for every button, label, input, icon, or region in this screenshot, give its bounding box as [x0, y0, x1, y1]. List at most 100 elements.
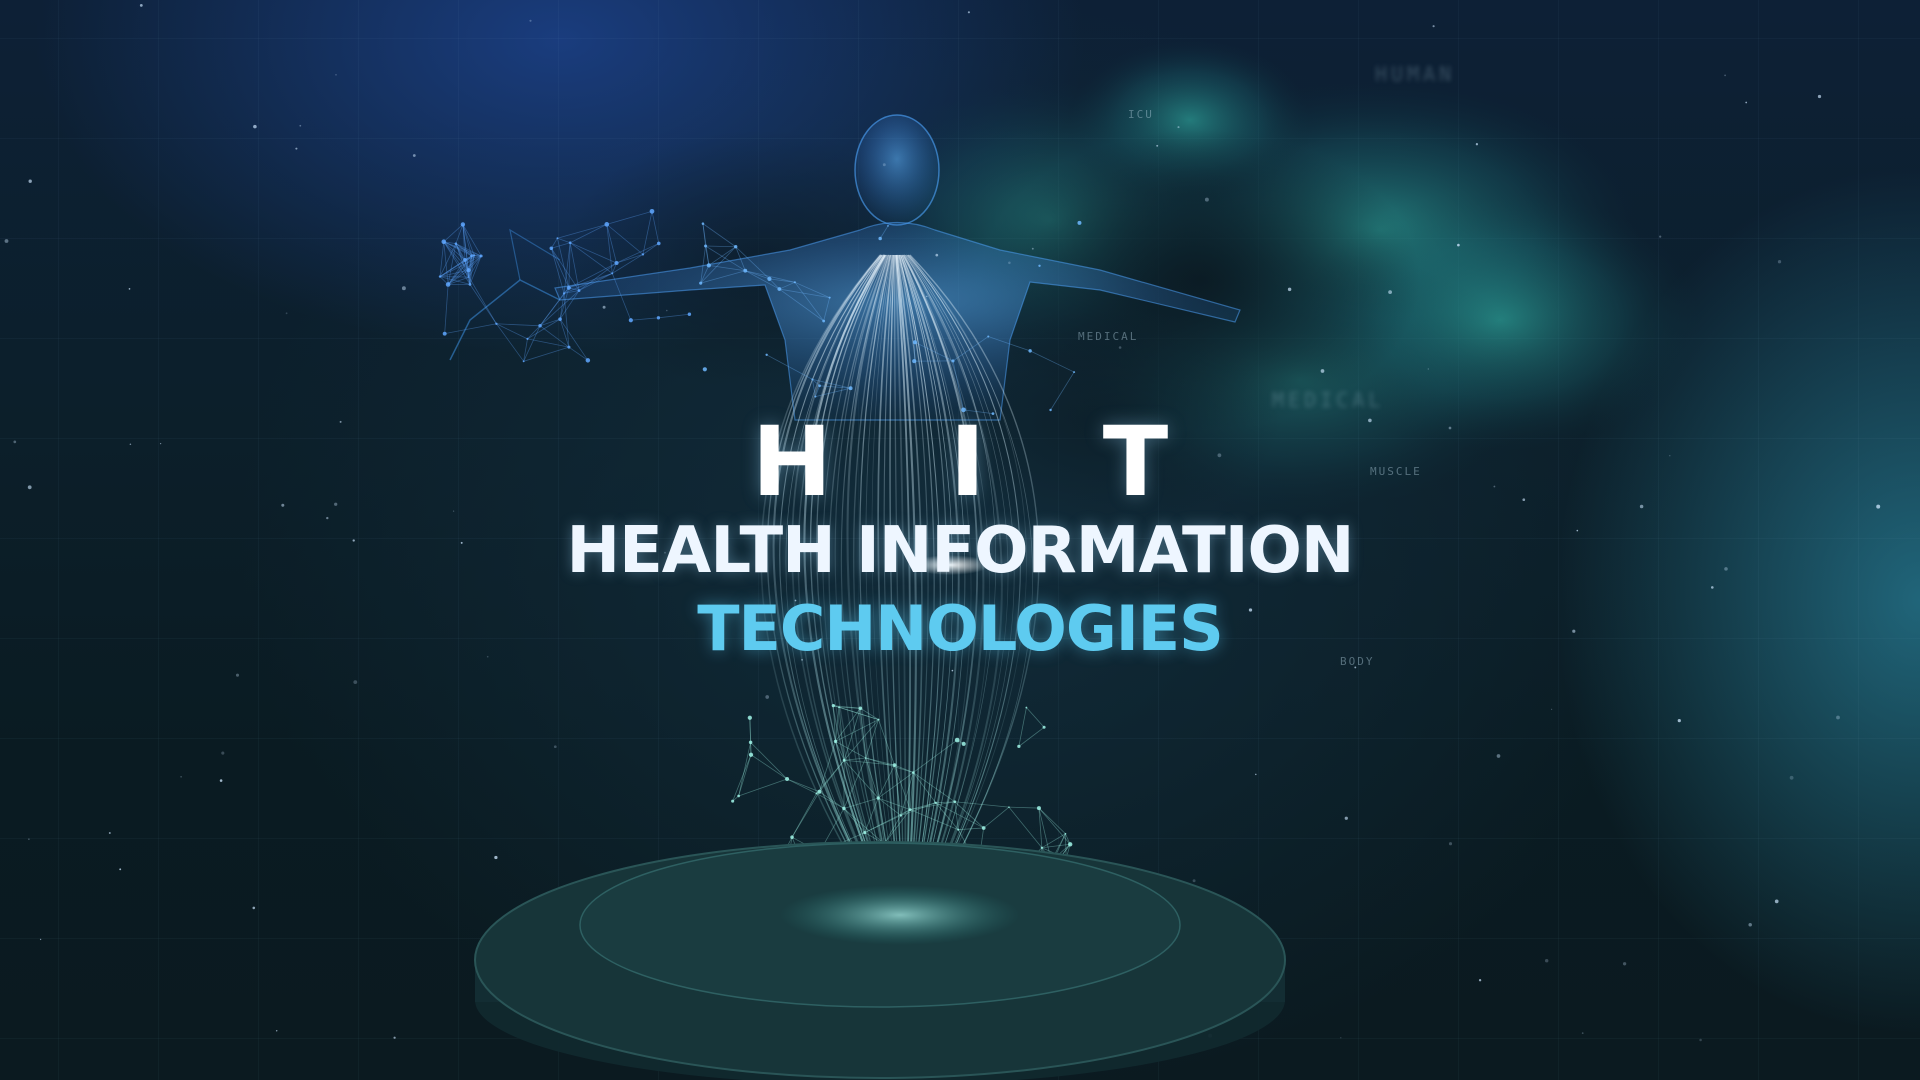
network-link — [469, 284, 497, 324]
star-particle — [801, 658, 804, 661]
network-node — [1064, 832, 1067, 835]
micro-label-muscle: MUSCLE — [1370, 465, 1422, 478]
star-particle — [1388, 290, 1392, 294]
star-particle — [1320, 369, 1325, 373]
star-particle — [353, 680, 358, 685]
star-particle — [882, 163, 886, 167]
network-link — [1008, 806, 1039, 809]
network-node — [1036, 806, 1041, 811]
star-particle — [460, 541, 463, 544]
star-particle — [128, 288, 131, 290]
star-particle — [352, 539, 355, 542]
network-link — [750, 754, 788, 780]
network-node — [468, 276, 470, 278]
star-particle — [285, 312, 288, 315]
star-particle — [1817, 94, 1822, 99]
network-node — [785, 777, 790, 782]
star-particle — [281, 503, 285, 507]
star-particle — [1724, 74, 1727, 77]
star-particle — [602, 305, 606, 309]
network-node — [908, 808, 912, 812]
network-node — [814, 395, 817, 398]
network-node — [987, 335, 990, 338]
network-node — [828, 296, 831, 299]
network-link — [1018, 707, 1027, 747]
network-node — [957, 828, 960, 831]
network-link — [523, 346, 570, 362]
network-node — [815, 792, 818, 795]
network-node — [699, 281, 703, 285]
micro-label-body: BODY — [1340, 655, 1375, 668]
network-node — [538, 324, 542, 328]
star-particle — [494, 855, 498, 860]
network-node — [734, 245, 738, 249]
star-particle — [1448, 842, 1453, 846]
network-node — [833, 739, 838, 744]
star-particle — [401, 286, 406, 291]
star-particle — [129, 443, 132, 445]
network-node — [961, 407, 966, 413]
network-node — [1017, 744, 1021, 749]
network-link — [835, 741, 866, 759]
network-node — [831, 703, 836, 708]
network-link — [444, 323, 497, 335]
network-node — [887, 225, 889, 227]
network-node — [793, 281, 796, 284]
star-particle — [335, 73, 337, 76]
network-node — [818, 384, 821, 388]
network-link — [444, 284, 449, 334]
network-node — [1040, 846, 1044, 849]
network-node — [706, 263, 712, 268]
micro-label-medical-small: MEDICAL — [1078, 330, 1139, 343]
hologram-scene: ICU HUMAN MEDICAL MEDICAL MUSCLE BODY H … — [0, 0, 1920, 1080]
network-link — [732, 754, 752, 802]
star-particle — [935, 253, 939, 257]
network-node — [777, 287, 782, 291]
star-particle — [664, 551, 666, 554]
micro-label-human: HUMAN — [1375, 62, 1456, 86]
star-particle — [1522, 498, 1526, 502]
network-node — [445, 282, 451, 287]
network-link — [568, 346, 589, 361]
network-node — [438, 275, 442, 278]
star-particle — [951, 669, 954, 672]
network-node — [454, 242, 458, 245]
star-particle — [1699, 1038, 1702, 1042]
star-particle — [1427, 368, 1429, 370]
network-link — [844, 757, 866, 761]
network-link — [786, 778, 820, 793]
star-particle — [252, 906, 256, 910]
star-particle — [486, 655, 489, 658]
network-node — [765, 353, 768, 356]
star-particle — [1572, 629, 1576, 633]
star-particle — [235, 673, 240, 677]
star-particle — [1777, 260, 1782, 264]
star-particle — [412, 154, 416, 157]
star-particle — [39, 938, 42, 941]
network-link — [738, 742, 752, 797]
star-particle — [326, 516, 329, 520]
star-particle — [139, 3, 143, 7]
network-node — [628, 318, 633, 323]
star-particle — [221, 751, 225, 755]
network-node — [863, 830, 867, 835]
star-particle — [1031, 247, 1034, 250]
network-node — [577, 289, 581, 292]
network-link — [496, 323, 524, 362]
network-link — [1038, 807, 1066, 835]
network-link — [983, 806, 1010, 829]
micro-label-icu: ICU — [1128, 108, 1154, 121]
star-particle — [1118, 346, 1122, 349]
network-node — [1067, 842, 1073, 847]
network-node — [549, 246, 554, 251]
network-node — [817, 789, 822, 794]
network-node — [743, 268, 748, 273]
star-particle — [1156, 144, 1159, 147]
network-node — [687, 312, 692, 316]
network-node — [747, 715, 752, 720]
network-node — [568, 241, 572, 245]
star-particle — [1493, 485, 1496, 488]
star-particle — [219, 779, 223, 782]
network-node — [953, 800, 957, 804]
star-particle — [1836, 715, 1840, 720]
